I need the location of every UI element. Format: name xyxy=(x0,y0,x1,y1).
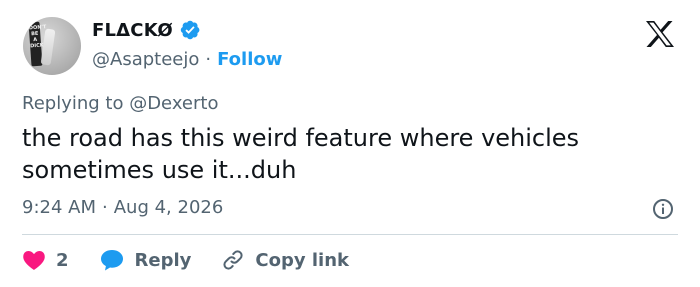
handle[interactable]: @Asapteejo xyxy=(92,49,199,70)
verified-badge-icon xyxy=(179,19,201,41)
reply-label: Reply xyxy=(134,249,192,271)
like-button[interactable]: 2 xyxy=(22,249,69,271)
tweet-text: the road has this weird feature where ve… xyxy=(22,124,580,184)
tweet-date: Aug 4, 2026 xyxy=(113,197,224,218)
display-name[interactable]: FLΔCKØ xyxy=(92,20,173,41)
copy-link-label: Copy link xyxy=(255,249,349,271)
replying-to: Replying to @Dexerto xyxy=(22,93,219,114)
like-count: 2 xyxy=(56,249,69,271)
x-logo-icon[interactable] xyxy=(645,20,675,48)
avatar-sticker-text: DON'T BE A DICK xyxy=(28,24,47,50)
separator-dot: · xyxy=(205,48,212,70)
handle-row: @Asapteejo · Follow xyxy=(92,47,282,71)
divider xyxy=(22,234,678,235)
timestamp-separator: · xyxy=(102,197,108,218)
copy-link-button[interactable]: Copy link xyxy=(221,248,349,272)
name-row: FLΔCKØ xyxy=(92,18,201,42)
avatar-tube xyxy=(40,28,56,66)
info-icon[interactable] xyxy=(652,198,674,220)
tweet-time: 9:24 AM xyxy=(22,197,96,218)
speech-bubble-icon xyxy=(100,250,123,271)
avatar[interactable]: DON'T BE A DICK xyxy=(23,17,81,75)
link-icon xyxy=(223,250,243,270)
action-bar: 2 Reply Copy link xyxy=(22,246,379,274)
follow-button[interactable]: Follow xyxy=(217,49,282,70)
reply-button[interactable]: Reply xyxy=(99,248,192,272)
timestamp-row[interactable]: 9:24 AM · Aug 4, 2026 xyxy=(22,197,223,218)
heart-icon xyxy=(23,251,45,270)
tweet-card: DON'T BE A DICK FLΔCKØ @Asapteejo · Follow… xyxy=(0,0,700,287)
